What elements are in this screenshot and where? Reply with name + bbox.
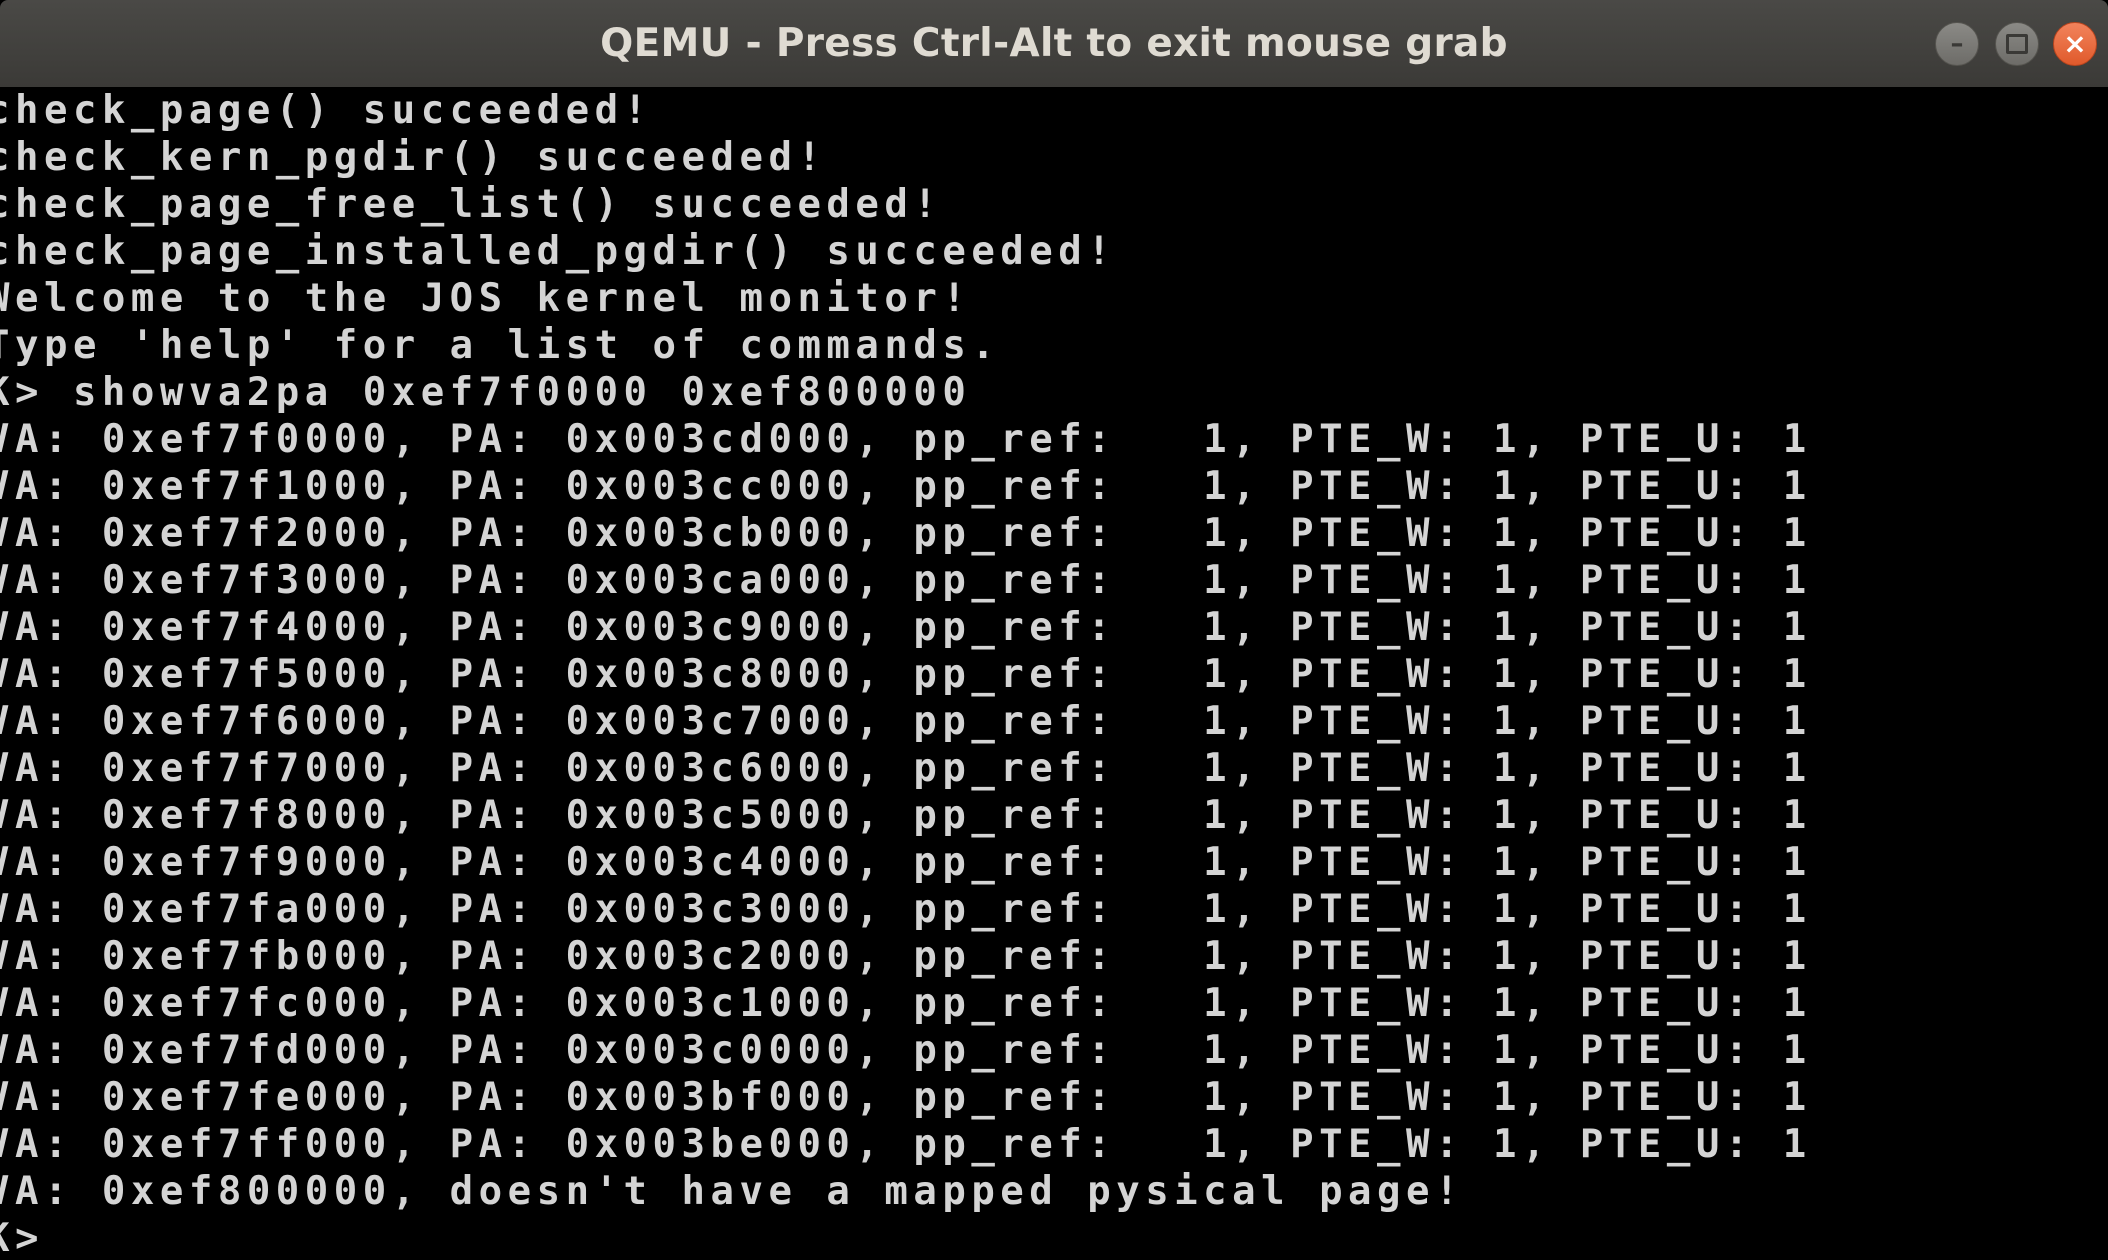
console-line: VA: 0xef7f7000, PA: 0x003c6000, pp_ref: … <box>0 746 1812 791</box>
console-line: VA: 0xef7fb000, PA: 0x003c2000, pp_ref: … <box>0 934 1812 979</box>
maximize-button[interactable] <box>1995 22 2039 66</box>
console-line: check_kern_pgdir() succeeded! <box>0 135 827 180</box>
close-button[interactable]: × <box>2053 22 2097 66</box>
console-line: VA: 0xef7fc000, PA: 0x003c1000, pp_ref: … <box>0 981 1812 1026</box>
maximize-icon <box>2006 34 2028 54</box>
qemu-window: QEMU - Press Ctrl-Alt to exit mouse grab… <box>0 0 2108 1260</box>
console-line: Type 'help' for a list of commands. <box>0 323 1001 368</box>
console-line: VA: 0xef7f0000, PA: 0x003cd000, pp_ref: … <box>0 417 1812 462</box>
close-icon: × <box>2063 27 2087 60</box>
console-line: VA: 0xef7f8000, PA: 0x003c5000, pp_ref: … <box>0 793 1812 838</box>
console-line: VA: 0xef800000, doesn't have a mapped py… <box>0 1169 1464 1214</box>
console-line: Welcome to the JOS kernel monitor! <box>0 276 972 321</box>
console-line: VA: 0xef7f2000, PA: 0x003cb000, pp_ref: … <box>0 511 1812 556</box>
console-line: check_page() succeeded! <box>0 88 653 133</box>
console-line: VA: 0xef7fd000, PA: 0x003c0000, pp_ref: … <box>0 1028 1812 1073</box>
console-line: VA: 0xef7f1000, PA: 0x003cc000, pp_ref: … <box>0 464 1812 509</box>
window-title: QEMU - Press Ctrl-Alt to exit mouse grab <box>600 21 1508 66</box>
title-bar[interactable]: QEMU - Press Ctrl-Alt to exit mouse grab… <box>0 0 2108 88</box>
console-command-line: K> showva2pa 0xef7f0000 0xef800000 <box>0 370 972 415</box>
console-prompt[interactable]: K> <box>0 1215 44 1260</box>
console-line: check_page_free_list() succeeded! <box>0 182 943 227</box>
console-line: VA: 0xef7fa000, PA: 0x003c3000, pp_ref: … <box>0 887 1812 932</box>
console-line: VA: 0xef7f6000, PA: 0x003c7000, pp_ref: … <box>0 699 1812 744</box>
console-line: VA: 0xef7fe000, PA: 0x003bf000, pp_ref: … <box>0 1075 1812 1120</box>
minimize-icon: – <box>1950 29 1964 59</box>
console-line: VA: 0xef7f9000, PA: 0x003c4000, pp_ref: … <box>0 840 1812 885</box>
console-line: check_page_installed_pgdir() succeeded! <box>0 229 1117 274</box>
minimize-button[interactable]: – <box>1935 22 1979 66</box>
console-line: VA: 0xef7f3000, PA: 0x003ca000, pp_ref: … <box>0 558 1812 603</box>
console-line: VA: 0xef7f4000, PA: 0x003c9000, pp_ref: … <box>0 605 1812 650</box>
console-line: VA: 0xef7f5000, PA: 0x003c8000, pp_ref: … <box>0 652 1812 697</box>
console-line: VA: 0xef7ff000, PA: 0x003be000, pp_ref: … <box>0 1122 1812 1167</box>
terminal-console[interactable]: check_page() succeeded! check_kern_pgdir… <box>0 87 2108 1260</box>
